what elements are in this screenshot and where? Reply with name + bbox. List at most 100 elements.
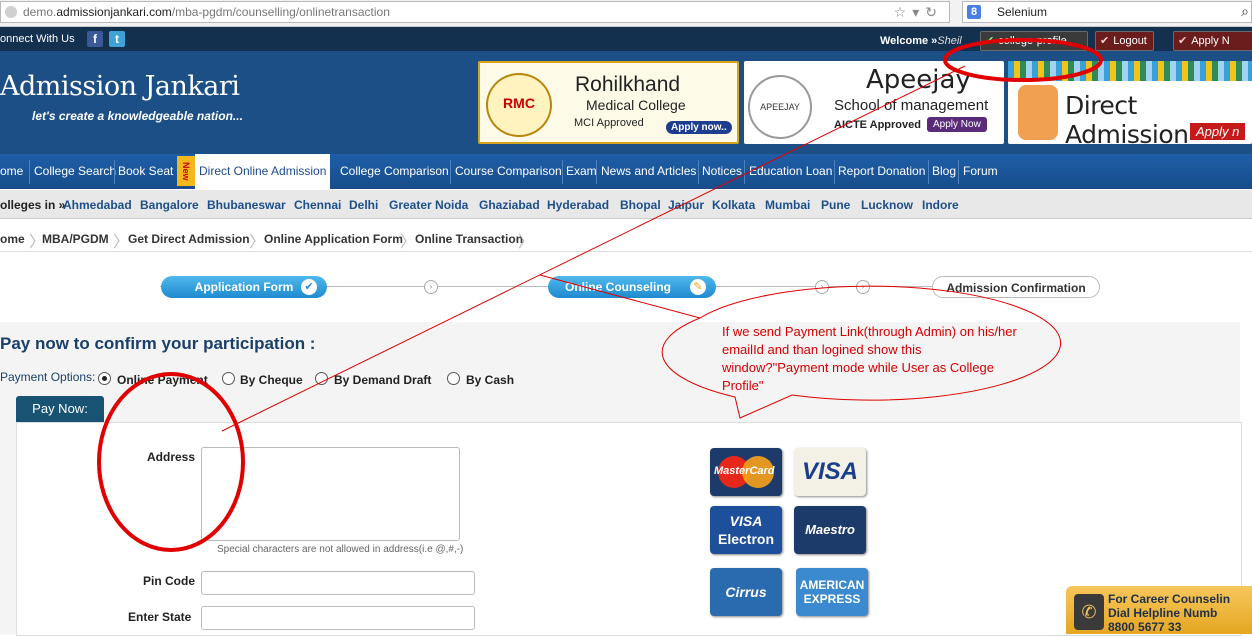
radio-by-cash[interactable] xyxy=(447,372,460,385)
nav-item-course-comparison[interactable]: Course Comparison xyxy=(455,164,562,178)
mastercard-logo: MasterCard xyxy=(710,448,782,496)
logout-button[interactable]: ✔ Logout xyxy=(1095,31,1154,51)
option-by-cash[interactable]: By Cash xyxy=(466,373,514,387)
city-link[interactable]: Greater Noida xyxy=(389,198,468,212)
star-icon[interactable]: ☆ xyxy=(894,4,913,20)
rmc-emblem: RMC xyxy=(486,73,552,137)
search-icon[interactable]: ⌕ xyxy=(1241,3,1249,20)
nav-separator xyxy=(562,160,563,184)
apply-now-button[interactable]: ✔ Apply N xyxy=(1173,31,1252,51)
nav-separator xyxy=(834,160,835,184)
breadcrumb: ome 〉 MBA/PGDM 〉 Get Direct Admission 〉 … xyxy=(0,226,1252,252)
city-link[interactable]: Mumbai xyxy=(765,198,810,212)
nav-item-exam[interactable]: Exam xyxy=(566,164,597,178)
breadcrumb-current: Online Transaction xyxy=(415,232,524,246)
nav-item-blog[interactable]: Blog xyxy=(932,164,956,178)
nav-item-report-donation[interactable]: Report Donation xyxy=(838,164,925,178)
breadcrumb-item[interactable]: MBA/PGDM xyxy=(42,232,109,246)
nav-item-college-comparison[interactable]: College Comparison xyxy=(340,164,449,178)
city-link[interactable]: Ghaziabad xyxy=(479,198,540,212)
radio-by-demand-draft[interactable] xyxy=(315,372,328,385)
mosaic-decoration xyxy=(1008,61,1252,81)
banner-apeejay[interactable]: APEEJAY Apeejay School of management AIC… xyxy=(744,61,1004,144)
nav-separator xyxy=(698,160,699,184)
nav-item-book-seat[interactable]: Book Seat xyxy=(118,164,173,178)
phone-icon: ✆ xyxy=(1074,594,1104,630)
site-logo[interactable]: Admission Jankari xyxy=(0,71,240,102)
city-link[interactable]: Jaipur xyxy=(668,198,704,212)
nav-item-forum[interactable]: Forum xyxy=(963,164,998,178)
pay-now-tab[interactable]: Pay Now: xyxy=(16,396,104,422)
banner-rohilkhand[interactable]: RMC Rohilkhand Medical College MCI Appro… xyxy=(478,61,739,144)
nav-separator xyxy=(744,160,745,184)
pay-now-panel xyxy=(16,422,1242,636)
twitter-icon[interactable]: t xyxy=(109,31,125,47)
option-by-cheque[interactable]: By Cheque xyxy=(240,373,303,387)
option-by-demand-draft[interactable]: By Demand Draft xyxy=(334,373,431,387)
state-input[interactable] xyxy=(201,606,475,630)
search-box[interactable]: 8 Selenium ⌕ xyxy=(962,1,1252,23)
city-link[interactable]: Lucknow xyxy=(861,198,913,212)
city-link[interactable]: Indore xyxy=(922,198,959,212)
nav-item-education-loan[interactable]: Education Loan xyxy=(749,164,832,178)
check-icon: ✔ xyxy=(1178,35,1188,47)
city-link[interactable]: Delhi xyxy=(349,198,378,212)
banner-apply-button[interactable]: Apply now.. xyxy=(666,121,732,134)
helpline-line2: Dial Helpline Numb xyxy=(1108,606,1218,620)
nav-item-college-search[interactable]: College Search xyxy=(34,164,116,178)
pin-code-input[interactable] xyxy=(201,571,475,595)
breadcrumb-separator: 〉 xyxy=(518,234,535,251)
student-figure xyxy=(1018,85,1058,140)
address-bar[interactable]: demo.admissionjankari.com/mba-pgdm/couns… xyxy=(0,1,950,23)
city-link[interactable]: Bhubaneswar xyxy=(207,198,286,212)
nav-item-news-articles[interactable]: News and Articles xyxy=(601,164,696,178)
tagline: let's create a knowledgeable nation... xyxy=(32,109,243,123)
banner-apply-button[interactable]: Apply Now xyxy=(927,117,987,132)
facebook-icon[interactable]: f xyxy=(87,31,103,47)
city-link[interactable]: Chennai xyxy=(294,198,341,212)
pencil-icon: ✎ xyxy=(690,279,706,295)
url-text: demo.admissionjankari.com/mba-pgdm/couns… xyxy=(23,5,390,19)
site-header: onnect With Us f t Welcome »Sheil ✔ colle… xyxy=(0,27,1252,154)
banner-apply-button[interactable]: Apply n xyxy=(1190,123,1246,140)
nav-separator xyxy=(29,160,30,184)
city-link[interactable]: Ahmedabad xyxy=(63,198,132,212)
radio-by-cheque[interactable] xyxy=(222,372,235,385)
breadcrumb-separator: 〉 xyxy=(400,234,417,251)
breadcrumb-item[interactable]: Online Application Form xyxy=(264,232,403,246)
banner-direct-admission[interactable]: Direct Admission Apply n xyxy=(1008,61,1252,149)
nav-separator xyxy=(928,160,929,184)
top-strip: onnect With Us f t Welcome »Sheil ✔ colle… xyxy=(0,27,1252,51)
arrow-right-icon: › xyxy=(815,280,829,294)
option-online-payment[interactable]: Online Payment xyxy=(117,373,208,387)
nav-item-home[interactable]: ome xyxy=(0,164,23,178)
city-link[interactable]: Hyderabad xyxy=(547,198,609,212)
nav-item-notices[interactable]: Notices xyxy=(702,164,742,178)
address-hint: Special characters are not allowed in ad… xyxy=(217,544,464,555)
reload-icon[interactable]: ↻ xyxy=(925,4,943,20)
nav-item-direct-online-admission[interactable]: Direct Online Admission xyxy=(195,154,331,189)
city-link[interactable]: Pune xyxy=(821,198,850,212)
visa-logo: VISA xyxy=(794,448,866,496)
check-icon: ✔ xyxy=(301,279,317,295)
radio-online-payment[interactable] xyxy=(98,372,111,385)
breadcrumb-item[interactable]: Get Direct Admission xyxy=(128,232,250,246)
banner-title: Direct Admission xyxy=(1065,91,1189,149)
college-profile-button[interactable]: ✔ college-profile xyxy=(980,31,1088,51)
city-link[interactable]: Bangalore xyxy=(140,198,199,212)
dropdown-icon[interactable]: ▾ xyxy=(912,4,925,20)
pin-code-label: Pin Code xyxy=(143,574,196,588)
breadcrumb-separator: 〉 xyxy=(249,234,266,251)
google-icon[interactable]: 8 xyxy=(967,5,981,19)
banner-title: Rohilkhand xyxy=(575,73,681,96)
payment-title: Pay now to confirm your participation : xyxy=(0,334,316,353)
helpline-widget[interactable]: ✆ For Career Counselin Dial Helpline Num… xyxy=(1066,586,1252,634)
address-textarea[interactable] xyxy=(201,447,460,541)
colleges-in-label: olleges in » xyxy=(0,198,66,212)
address-label: Address xyxy=(147,450,196,464)
breadcrumb-separator: 〉 xyxy=(113,234,130,251)
breadcrumb-item[interactable]: ome xyxy=(0,232,25,246)
city-link[interactable]: Bhopal xyxy=(620,198,661,212)
city-link[interactable]: Kolkata xyxy=(712,198,755,212)
main-nav: ome College Search Book Seat New Direct … xyxy=(0,154,1252,189)
